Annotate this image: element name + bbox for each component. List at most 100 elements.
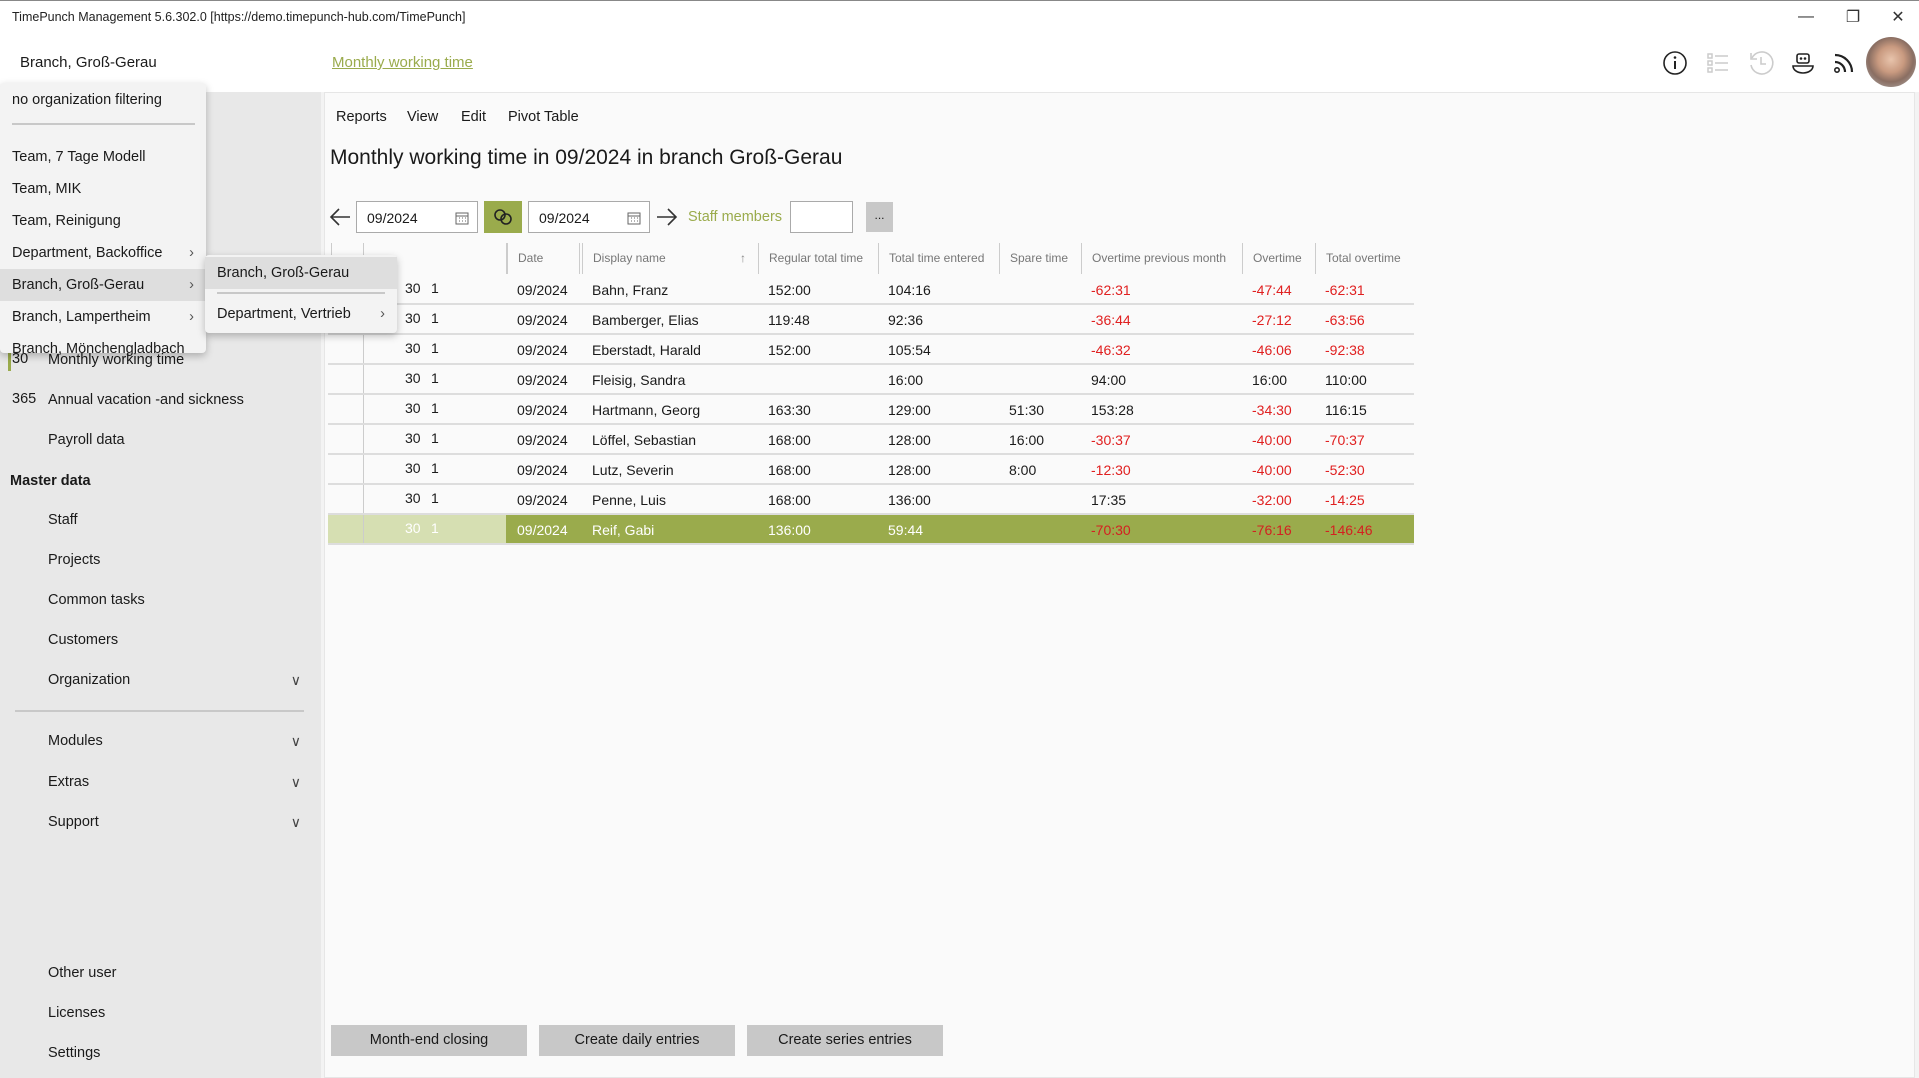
rss-icon[interactable] xyxy=(1830,49,1858,77)
bot-icon[interactable] xyxy=(1789,49,1817,77)
column-header-spare-time[interactable]: Spare time xyxy=(999,243,1079,274)
clock-icon[interactable] xyxy=(457,340,475,360)
org-menu-item[interactable]: Department, Backoffice › xyxy=(0,237,206,269)
table-row[interactable]: 30 1 09/2024 Bamberger, Elias 119:48 92:36 -36… xyxy=(328,305,1414,335)
table-row[interactable]: 30 1 09/2024 Lutz, Severin 168:00 128:00 8:00 -… xyxy=(328,455,1414,485)
sidebar-item-extras[interactable]: Extras ∨ xyxy=(0,764,321,800)
org-menu-item[interactable]: no organization filtering xyxy=(0,84,206,116)
column-header-overtime[interactable]: Overtime xyxy=(1242,243,1313,274)
org-submenu-item[interactable]: Department, Vertrieb › xyxy=(205,298,397,330)
calculator-icon[interactable] xyxy=(380,520,398,540)
document-icon[interactable] xyxy=(483,340,501,360)
edit-icon[interactable] xyxy=(355,520,373,540)
minimize-button[interactable]: — xyxy=(1786,5,1826,29)
calculator-icon[interactable] xyxy=(380,430,398,450)
document-icon[interactable] xyxy=(483,370,501,390)
clock-icon[interactable] xyxy=(457,310,475,330)
create-series-entries-button[interactable]: Create series entries xyxy=(747,1025,943,1056)
org-menu-item[interactable]: Branch, Mönchengladbach xyxy=(0,333,206,365)
sidebar-item-organization[interactable]: Organization ∨ xyxy=(0,662,321,698)
edit-icon[interactable] xyxy=(355,460,373,480)
edit-icon[interactable] xyxy=(355,490,373,510)
history-icon[interactable] xyxy=(1747,49,1775,77)
create-daily-entries-button[interactable]: Create daily entries xyxy=(539,1025,735,1056)
document-icon[interactable] xyxy=(483,430,501,450)
chevron-down-icon[interactable]: ∨ xyxy=(291,814,301,831)
column-header-regular-total-time[interactable]: Regular total time xyxy=(758,243,875,274)
from-month-input[interactable]: 09/2024 xyxy=(356,201,478,233)
calculator-icon[interactable] xyxy=(380,400,398,420)
clock-icon[interactable] xyxy=(457,520,475,540)
column-header-display-name[interactable]: Display name ↑ xyxy=(582,243,756,274)
table-row[interactable]: 30 1 09/2024 Hartmann, Georg 163:30 129:00 51:… xyxy=(328,395,1414,425)
document-icon[interactable] xyxy=(483,400,501,420)
calendar-month-icon[interactable]: 30 xyxy=(405,340,423,360)
clock-icon[interactable] xyxy=(457,460,475,480)
next-month-arrow-icon[interactable] xyxy=(655,206,679,228)
org-menu-item[interactable]: Team, MIK xyxy=(0,173,206,205)
menu-reports[interactable]: Reports xyxy=(336,109,387,125)
table-row[interactable]: 30 1 09/2024 Bahn, Franz 152:00 104:16 -62:31 -… xyxy=(328,275,1414,305)
staff-select-button[interactable]: ... xyxy=(866,202,893,232)
calendar-day-icon[interactable]: 1 xyxy=(431,400,449,420)
list-icon[interactable] xyxy=(1704,49,1732,77)
menu-view[interactable]: View xyxy=(407,109,438,125)
breadcrumb-link[interactable]: Monthly working time xyxy=(332,54,473,71)
org-menu-item[interactable]: Branch, Lampertheim › xyxy=(0,301,206,333)
calendar-day-icon[interactable]: 1 xyxy=(431,490,449,510)
document-icon[interactable] xyxy=(483,280,501,300)
menu-edit[interactable]: Edit xyxy=(461,109,486,125)
sidebar-item-annual-vacation-and-sickness[interactable]: 365 Annual vacation -and sickness xyxy=(0,382,321,418)
sidebar-item-projects[interactable]: Projects xyxy=(0,542,321,578)
sidebar-item-common-tasks[interactable]: Common tasks xyxy=(0,582,321,618)
chevron-down-icon[interactable]: ∨ xyxy=(291,774,301,791)
sidebar-item-licenses[interactable]: Licenses xyxy=(0,995,321,1031)
close-button[interactable]: ✕ xyxy=(1878,5,1918,29)
menu-pivot-table[interactable]: Pivot Table xyxy=(508,109,579,125)
calendar-day-icon[interactable]: 1 xyxy=(431,430,449,450)
link-months-button[interactable] xyxy=(484,201,522,233)
calendar-icon[interactable] xyxy=(627,211,641,225)
clock-icon[interactable] xyxy=(457,430,475,450)
org-submenu-item[interactable]: Branch, Groß-Gerau xyxy=(205,257,397,289)
clock-icon[interactable] xyxy=(457,490,475,510)
calendar-day-icon[interactable]: 1 xyxy=(431,370,449,390)
chevron-down-icon[interactable]: ∨ xyxy=(291,733,301,750)
column-header-total-overtime[interactable]: Total overtime xyxy=(1315,243,1414,274)
clock-icon[interactable] xyxy=(457,280,475,300)
sort-ascending-icon[interactable]: ↑ xyxy=(740,243,746,274)
calendar-day-icon[interactable]: 1 xyxy=(431,340,449,360)
edit-icon[interactable] xyxy=(355,340,373,360)
calculator-icon[interactable] xyxy=(380,370,398,390)
clock-icon[interactable] xyxy=(457,370,475,390)
org-menu-item[interactable]: Team, 7 Tage Modell xyxy=(0,141,206,173)
restore-button[interactable]: ❐ xyxy=(1833,5,1873,29)
calculator-icon[interactable] xyxy=(380,460,398,480)
calendar-month-icon[interactable]: 30 xyxy=(405,520,423,540)
sidebar-item-staff[interactable]: Staff xyxy=(0,502,321,538)
sidebar-item-modules[interactable]: Modules ∨ xyxy=(0,723,321,759)
org-menu-item[interactable]: Branch, Groß-Gerau › xyxy=(0,269,206,301)
document-icon[interactable] xyxy=(483,520,501,540)
sidebar-item-payroll-data[interactable]: Payroll data xyxy=(0,422,321,458)
calendar-month-icon[interactable]: 30 xyxy=(405,280,423,300)
column-header-overtime-previous-month[interactable]: Overtime previous month xyxy=(1081,243,1240,274)
sidebar-item-other-user[interactable]: Other user xyxy=(0,955,321,991)
org-menu-item[interactable]: Team, Reinigung xyxy=(0,205,206,237)
calendar-day-icon[interactable]: 1 xyxy=(431,460,449,480)
calendar-month-icon[interactable]: 30 xyxy=(405,370,423,390)
organization-selector[interactable]: Branch, Groß-Gerau xyxy=(20,54,157,71)
calculator-icon[interactable] xyxy=(380,490,398,510)
edit-icon[interactable] xyxy=(355,400,373,420)
table-row[interactable]: 30 1 09/2024 Eberstadt, Harald 152:00 105:54 -… xyxy=(328,335,1414,365)
calendar-month-icon[interactable]: 30 xyxy=(405,490,423,510)
document-icon[interactable] xyxy=(483,310,501,330)
calendar-day-icon[interactable]: 1 xyxy=(431,520,449,540)
edit-icon[interactable] xyxy=(355,430,373,450)
document-icon[interactable] xyxy=(483,490,501,510)
sidebar-item-support[interactable]: Support ∨ xyxy=(0,804,321,840)
table-row[interactable]: 30 1 09/2024 Penne, Luis 168:00 136:00 17:35 -3… xyxy=(328,485,1414,515)
calendar-month-icon[interactable]: 30 xyxy=(405,430,423,450)
calendar-day-icon[interactable]: 1 xyxy=(431,310,449,330)
chevron-down-icon[interactable]: ∨ xyxy=(291,672,301,689)
